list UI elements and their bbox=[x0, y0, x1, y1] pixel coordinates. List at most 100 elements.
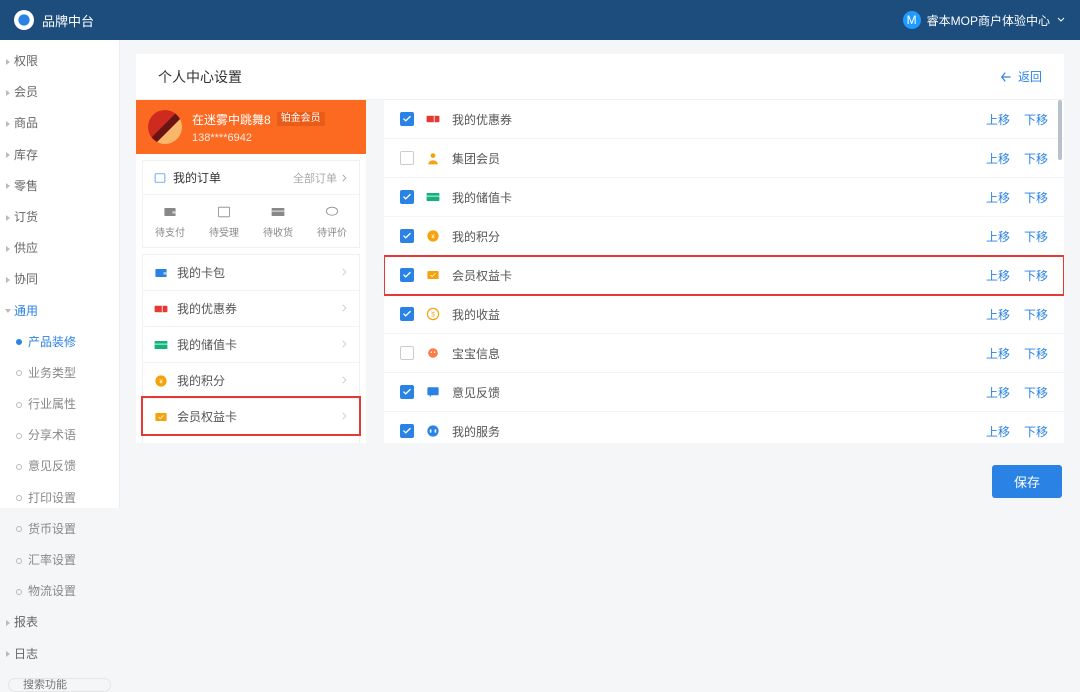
settings-label: 我的积分 bbox=[452, 228, 500, 245]
settings-label: 我的服务 bbox=[452, 423, 500, 440]
move-up-button[interactable]: 上移 bbox=[986, 267, 1010, 284]
sidebar-subitem[interactable]: 产品装修 bbox=[0, 327, 119, 358]
phone-list-row[interactable] bbox=[143, 434, 359, 443]
order-tab[interactable]: 待评价 bbox=[317, 203, 347, 239]
phone-list-row[interactable]: 我的积分 bbox=[143, 362, 359, 398]
sidebar-item[interactable]: 零售 bbox=[0, 171, 119, 202]
sidebar-search[interactable] bbox=[8, 678, 111, 692]
chevron-right-icon bbox=[339, 266, 349, 280]
coupon-icon bbox=[153, 301, 169, 317]
settings-row: 意见反馈 上移 下移 bbox=[384, 373, 1064, 412]
scrollbar[interactable] bbox=[1058, 100, 1062, 160]
coin-icon bbox=[153, 373, 169, 389]
profile-name: 在迷雾中跳舞8 bbox=[192, 111, 271, 128]
move-up-button[interactable]: 上移 bbox=[986, 189, 1010, 206]
sidebar-item[interactable]: 权限 bbox=[0, 46, 119, 77]
move-down-button[interactable]: 下移 bbox=[1024, 189, 1048, 206]
all-orders-label: 全部订单 bbox=[293, 170, 337, 186]
checkbox[interactable] bbox=[400, 112, 414, 126]
sidebar-item[interactable]: 通用 bbox=[0, 296, 119, 327]
top-bar: 品牌中台 M 睿本MOP商户体验中心 bbox=[0, 0, 1080, 40]
tenant-name: 睿本MOP商户体验中心 bbox=[927, 12, 1050, 29]
phone-list-row[interactable]: 我的储值卡 bbox=[143, 326, 359, 362]
order-tab[interactable]: 待支付 bbox=[155, 203, 185, 239]
phone-list-row[interactable]: 会员权益卡 bbox=[143, 398, 359, 434]
checkbox[interactable] bbox=[400, 151, 414, 165]
back-icon bbox=[1000, 70, 1014, 84]
rights-icon bbox=[424, 266, 442, 284]
back-button[interactable]: 返回 bbox=[1000, 68, 1042, 85]
checkbox[interactable] bbox=[400, 268, 414, 282]
card-icon bbox=[424, 188, 442, 206]
sidebar-item[interactable]: 日志 bbox=[0, 639, 119, 670]
move-down-button[interactable]: 下移 bbox=[1024, 345, 1048, 362]
coupon-icon bbox=[424, 110, 442, 128]
sidebar-subitem[interactable]: 物流设置 bbox=[0, 576, 119, 607]
coin-icon bbox=[424, 227, 442, 245]
footer: 保存 bbox=[120, 455, 1080, 508]
sidebar-item[interactable]: 协同 bbox=[0, 264, 119, 295]
sidebar-subitem[interactable]: 打印设置 bbox=[0, 483, 119, 514]
order-tab[interactable]: 待收货 bbox=[263, 203, 293, 239]
level-tag: 铂金会员 bbox=[277, 112, 325, 126]
chevron-right-icon bbox=[339, 374, 349, 388]
sidebar-subitem[interactable]: 货币设置 bbox=[0, 514, 119, 545]
order-label: 待评价 bbox=[317, 224, 347, 239]
settings-label: 我的优惠券 bbox=[452, 111, 512, 128]
sidebar-subitem[interactable]: 分享术语 bbox=[0, 420, 119, 451]
page-header: 个人中心设置 返回 bbox=[136, 54, 1064, 100]
sidebar-item[interactable]: 订货 bbox=[0, 202, 119, 233]
order-tab[interactable]: 待受理 bbox=[209, 203, 239, 239]
order-label: 待受理 bbox=[209, 224, 239, 239]
move-up-button[interactable]: 上移 bbox=[986, 423, 1010, 440]
move-down-button[interactable]: 下移 bbox=[1024, 267, 1048, 284]
sidebar-subitem[interactable]: 意见反馈 bbox=[0, 451, 119, 482]
move-down-button[interactable]: 下移 bbox=[1024, 306, 1048, 323]
sidebar-subitem[interactable]: 业务类型 bbox=[0, 358, 119, 389]
settings-row: 宝宝信息 上移 下移 bbox=[384, 334, 1064, 373]
row-label: 会员权益卡 bbox=[177, 408, 237, 425]
sidebar-item[interactable]: 会员 bbox=[0, 77, 119, 108]
sidebar-subitem[interactable]: 汇率设置 bbox=[0, 545, 119, 576]
profile-phone: 138****6942 bbox=[192, 132, 325, 144]
sidebar-subitem[interactable]: 行业属性 bbox=[0, 389, 119, 420]
settings-row: 集团会员 上移 下移 bbox=[384, 139, 1064, 178]
order-icon bbox=[153, 171, 167, 185]
tenant-selector[interactable]: M 睿本MOP商户体验中心 bbox=[903, 11, 1066, 29]
move-down-button[interactable]: 下移 bbox=[1024, 384, 1048, 401]
move-down-button[interactable]: 下移 bbox=[1024, 150, 1048, 167]
move-up-button[interactable]: 上移 bbox=[986, 228, 1010, 245]
sidebar-item[interactable]: 商品 bbox=[0, 108, 119, 139]
settings-label: 宝宝信息 bbox=[452, 345, 500, 362]
sidebar-search-input[interactable] bbox=[23, 679, 165, 691]
move-up-button[interactable]: 上移 bbox=[986, 384, 1010, 401]
phone-list-row[interactable]: 我的优惠券 bbox=[143, 290, 359, 326]
sidebar-menu: 权限会员商品库存零售订货供应协同通用产品装修业务类型行业属性分享术语意见反馈打印… bbox=[0, 46, 119, 670]
move-up-button[interactable]: 上移 bbox=[986, 111, 1010, 128]
settings-row: 我的服务 上移 下移 bbox=[384, 412, 1064, 443]
checkbox[interactable] bbox=[400, 229, 414, 243]
checkbox[interactable] bbox=[400, 385, 414, 399]
sidebar-item[interactable]: 库存 bbox=[0, 140, 119, 171]
move-down-button[interactable]: 下移 bbox=[1024, 111, 1048, 128]
sidebar-item[interactable]: 报表 bbox=[0, 607, 119, 638]
move-up-button[interactable]: 上移 bbox=[986, 306, 1010, 323]
all-orders-link[interactable]: 全部订单 bbox=[293, 170, 349, 186]
settings-row: 我的积分 上移 下移 bbox=[384, 217, 1064, 256]
phone-feature-list: 我的卡包 我的优惠券 我的储值卡 我的积分 会员权益卡 bbox=[142, 254, 360, 443]
checkbox[interactable] bbox=[400, 346, 414, 360]
phone-list-row[interactable]: 我的卡包 bbox=[143, 255, 359, 290]
checkbox[interactable] bbox=[400, 190, 414, 204]
move-down-button[interactable]: 下移 bbox=[1024, 228, 1048, 245]
save-button[interactable]: 保存 bbox=[992, 465, 1062, 498]
page-title: 个人中心设置 bbox=[158, 67, 242, 87]
sidebar-item[interactable]: 供应 bbox=[0, 233, 119, 264]
move-down-button[interactable]: 下移 bbox=[1024, 423, 1048, 440]
move-up-button[interactable]: 上移 bbox=[986, 150, 1010, 167]
move-up-button[interactable]: 上移 bbox=[986, 345, 1010, 362]
settings-label: 集团会员 bbox=[452, 150, 500, 167]
order-label: 待支付 bbox=[155, 224, 185, 239]
checkbox[interactable] bbox=[400, 424, 414, 438]
checkbox[interactable] bbox=[400, 307, 414, 321]
avatar bbox=[148, 110, 182, 144]
